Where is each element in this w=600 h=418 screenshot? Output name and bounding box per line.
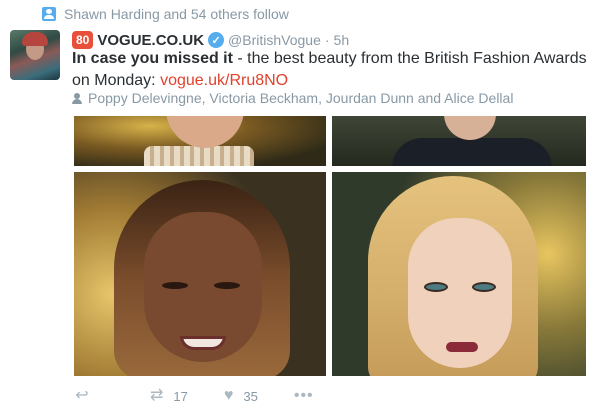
photo-4[interactable] — [332, 172, 586, 376]
tagged-people[interactable]: Poppy Delevingne, Victoria Beckham, Jour… — [72, 89, 513, 107]
tweet-timestamp[interactable]: 5h — [334, 32, 350, 48]
social-context[interactable]: Shawn Harding and 54 others follow — [42, 4, 289, 24]
account-badge: 80 — [72, 31, 94, 49]
more-button[interactable]: ••• — [294, 388, 314, 404]
retweet-button[interactable]: ⇄ 17 — [150, 388, 188, 404]
person-tag-icon — [72, 92, 82, 104]
display-name[interactable]: VOGUE.CO.UK — [97, 32, 204, 49]
social-context-text: Shawn Harding and 54 others follow — [64, 6, 289, 22]
photo-4-eye — [424, 282, 448, 292]
photo-4-mouth — [446, 342, 478, 352]
photo-1-dress — [144, 146, 254, 166]
photo-2[interactable] — [332, 116, 586, 166]
person-icon — [42, 7, 56, 21]
reply-button[interactable]: ↩ — [72, 388, 92, 404]
photo-1-face — [166, 116, 244, 148]
retweet-icon: ⇄ — [150, 387, 164, 404]
tweet-link[interactable]: vogue.uk/Rru8NO — [160, 72, 288, 89]
separator-dot: · — [324, 32, 330, 48]
photo-2-face — [444, 116, 496, 140]
retweet-count: 17 — [173, 388, 188, 404]
verified-badge-icon: ✓ — [208, 32, 225, 48]
photo-1[interactable] — [74, 116, 326, 166]
photo-grid — [74, 116, 586, 376]
like-button[interactable]: ♥ 35 — [224, 388, 258, 404]
heart-icon: ♥ — [223, 387, 234, 404]
avatar[interactable] — [10, 30, 60, 80]
tweet-text-bold: In case you missed it — [72, 50, 233, 67]
photo-3[interactable] — [74, 172, 326, 376]
like-count: 35 — [243, 388, 258, 404]
photo-4-eye — [472, 282, 496, 292]
tweet-text: In case you missed it - the best beauty … — [72, 48, 592, 92]
photo-3-eye — [162, 282, 188, 289]
tweet-actions: ↩ ⇄ 17 ♥ 35 ••• — [72, 386, 314, 406]
photo-3-eye — [214, 282, 240, 289]
reply-icon: ↩ — [75, 387, 89, 404]
more-icon: ••• — [293, 387, 314, 404]
photo-3-mouth — [180, 336, 226, 350]
tagged-names: Poppy Delevingne, Victoria Beckham, Jour… — [88, 90, 514, 106]
photo-2-coat — [392, 138, 552, 166]
user-handle[interactable]: @BritishVogue — [228, 32, 321, 48]
